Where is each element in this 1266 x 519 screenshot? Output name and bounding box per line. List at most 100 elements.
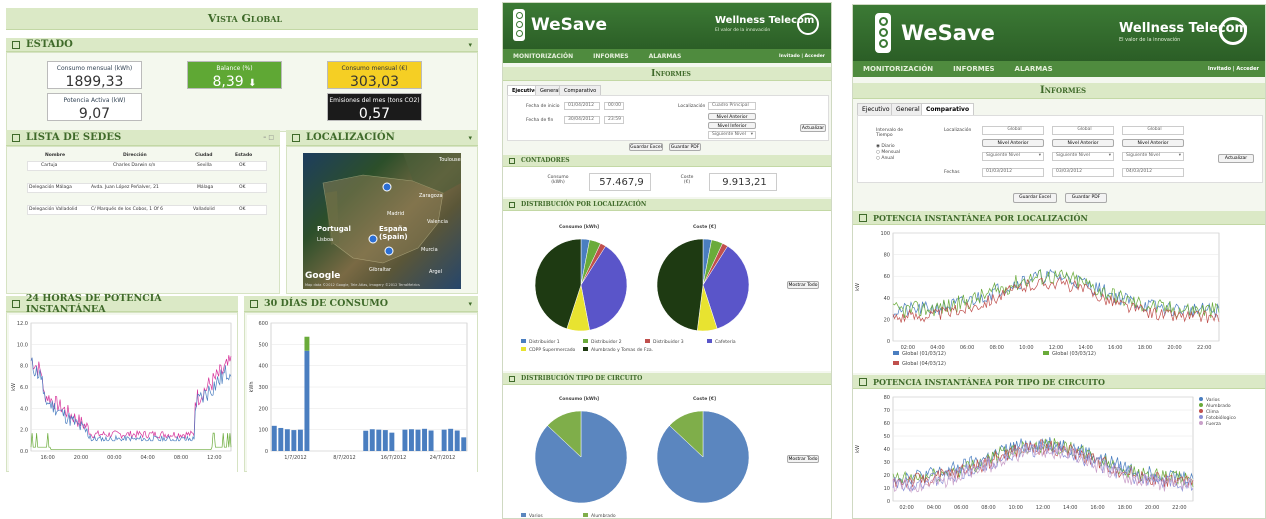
rc2-legend-label: Clima — [1206, 409, 1219, 415]
localizacion-field-3[interactable]: Global — [1122, 126, 1184, 135]
fecha-field-2[interactable]: 03/03/2012 — [1052, 168, 1114, 177]
nivel-inferior-button[interactable]: Nivel Inferior — [708, 122, 756, 129]
p24-x-tick: 16:00 — [40, 455, 54, 461]
collapse-icon[interactable]: ▾ — [468, 299, 472, 308]
rc2-x-tick: 08:00 — [981, 505, 995, 511]
map[interactable]: Portugal Lisboa España (Spain) Madrid Za… — [303, 153, 461, 289]
map-pin-icon[interactable] — [368, 234, 378, 244]
c30-bar — [291, 430, 297, 451]
radio-diario[interactable]: ◉ Diario — [876, 144, 895, 149]
nivel-anterior-button[interactable]: Nivel Anterior — [982, 139, 1044, 147]
hora-inicio-field[interactable]: 00:00 — [604, 102, 624, 110]
siguiente-nivel-select[interactable]: Siguiente Nivel ▾ — [1052, 152, 1114, 161]
nivel-anterior-button[interactable]: Nivel Anterior — [708, 113, 756, 120]
guardar-pdf-button[interactable]: Guardar PDF — [1065, 193, 1107, 203]
legend-label: CDPP Supermercado — [529, 348, 576, 353]
siguiente-nivel-select[interactable]: Siguiente Nivel ▾ — [982, 152, 1044, 161]
nav-informes[interactable]: INFORMES — [953, 65, 994, 73]
mostrar-todo-button[interactable]: Mostrar Todo — [787, 281, 819, 289]
nav-informes[interactable]: INFORMES — [593, 53, 628, 60]
navbar: MONITORIZACIÓN INFORMES ALARMAS Invitado… — [853, 61, 1265, 77]
chart1-header[interactable]: POTENCIA INSTANTÁNEA POR LOCALIZACIÓN — [853, 211, 1265, 225]
nav-alarmas[interactable]: ALARMAS — [1015, 65, 1053, 73]
right-page-title: Informes — [853, 83, 1265, 99]
panel-icon — [509, 157, 515, 164]
c30-y-label: kWh — [249, 381, 255, 392]
collapse-icon[interactable]: ▾ — [468, 133, 472, 142]
dist-loc-header[interactable]: DISTRIBUCIÓN POR LOCALIZACIÓN — [503, 199, 831, 211]
rc1-x-tick: 08:00 — [990, 345, 1004, 351]
hora-fin-field[interactable]: 23:59 — [604, 116, 624, 124]
collapse-icon[interactable]: ▾ — [468, 40, 472, 49]
legend-label: Distribuidor 2 — [591, 340, 622, 345]
rc2-y-tick: 20 — [884, 473, 890, 479]
nivel-anterior-button[interactable]: Nivel Anterior — [1122, 139, 1184, 147]
nivel-anterior-button[interactable]: Nivel Anterior — [1052, 139, 1114, 147]
guardar-excel-button[interactable]: Guardar Excel — [629, 143, 663, 151]
window-controls-icon[interactable]: – □ — [263, 134, 274, 141]
consumo-counter: 57.467,9 — [589, 173, 651, 191]
siguiente-nivel-select[interactable]: Siguiente Nivel ▾ — [1122, 152, 1184, 161]
c30-bar — [389, 432, 395, 451]
rc2-y-tick: 70 — [884, 408, 890, 414]
legend-item: Distribuidor 3 — [645, 339, 684, 345]
actualizar-button[interactable]: Actualizar — [800, 124, 826, 132]
dist-circ-header[interactable]: DISTRIBUCIÓN TIPO DE CIRCUITO — [503, 373, 831, 385]
legend-item: Alumbrado y Tomas de Fza. — [583, 347, 653, 353]
col-header: Dirección — [123, 153, 147, 158]
localizacion-field[interactable]: Cuadro Principal — [708, 102, 756, 110]
c30-bar — [448, 428, 454, 451]
nav-monitorizacion[interactable]: MONITORIZACIÓN — [863, 65, 933, 73]
legend-label: Alumbrado — [591, 514, 616, 519]
chart2-header[interactable]: POTENCIA INSTANTÁNEA POR TIPO DE CIRCUIT… — [853, 375, 1265, 389]
sedes-header[interactable]: LISTA DE SEDES – □ — [6, 130, 280, 146]
panel-icon — [12, 133, 20, 142]
user-link[interactable]: Invitado | Acceder — [1208, 66, 1259, 72]
radio-anual[interactable]: ○ Anual — [876, 156, 894, 161]
c30-bar — [304, 350, 310, 451]
potencia-circuito-chart: 80 70 60 50 40 30 20 10 0 02:00 04:00 06:00 08:00 10:… — [853, 389, 1265, 518]
actualizar-button[interactable]: Actualizar — [1218, 154, 1254, 163]
fecha-inicio-field[interactable]: 01/04/2012 — [564, 102, 600, 110]
localizacion-field-2[interactable]: Global — [1052, 126, 1114, 135]
radio-mensual[interactable]: ○ Mensual — [876, 150, 900, 155]
rc1-legend-swatch — [893, 351, 899, 355]
nav-monitorizacion[interactable]: MONITORIZACIÓN — [513, 53, 573, 60]
localizacion-header[interactable]: LOCALIZACIÓN ▾ — [286, 130, 478, 146]
map-panel: Portugal Lisboa España (Spain) Madrid Za… — [286, 146, 478, 294]
map-pin-icon[interactable] — [384, 246, 394, 256]
potencia24-header[interactable]: 24 HORAS DE POTENCIA INSTANTÁNEA — [6, 293, 238, 315]
brand-name: WeSave — [531, 15, 608, 35]
estado-header[interactable]: ESTADO ▾ — [6, 38, 478, 52]
traffic-light-icon — [875, 13, 891, 53]
dist-loc-legend: Distribuidor 1 Distribuidor 2 Distribuidor… — [521, 339, 771, 363]
legend-item: Varios — [521, 513, 543, 519]
mostrar-todo-button[interactable]: Mostrar Todo — [787, 455, 819, 463]
rc2-x-tick: 04:00 — [927, 505, 941, 511]
localizacion-field-1[interactable]: Global — [982, 126, 1044, 135]
fecha-field-1[interactable]: 01/03/2012 — [982, 168, 1044, 177]
legend-swatch — [521, 347, 526, 351]
contadores-header[interactable]: CONTADORES — [503, 155, 831, 167]
fecha-fin-field[interactable]: 30/04/2012 — [564, 116, 600, 124]
guardar-excel-button[interactable]: Guardar Excel — [1013, 193, 1057, 203]
map-label: Portugal — [317, 225, 351, 233]
consumo30-header[interactable]: 30 DÍAS DE CONSUMO ▾ — [244, 296, 478, 312]
dist-circ-panel: Consumo [kWh] Coste [€] Mostrar Todo Var… — [503, 385, 831, 519]
rc1-legend-label: Global (01/03/12) — [902, 351, 946, 357]
brand-header: WeSave Wellness Telecom El valor de la i… — [853, 5, 1265, 61]
c30-bar — [441, 429, 447, 451]
fecha-field-3[interactable]: 04/03/2012 — [1122, 168, 1184, 177]
user-link[interactable]: Invitado | Acceder — [779, 54, 825, 59]
guardar-pdf-button[interactable]: Guardar PDF — [669, 143, 701, 151]
nav-alarmas[interactable]: ALARMAS — [649, 53, 682, 60]
estado-panel: Consumo mensual (kWh) 1899,33 Potencia Ac… — [6, 52, 478, 132]
legend-label: Varios — [529, 514, 543, 519]
rc2-legend-label: Fuerza — [1206, 421, 1221, 427]
legend-swatch — [645, 339, 650, 343]
panel-icon — [859, 377, 867, 386]
map-pin-icon[interactable] — [382, 182, 392, 192]
siguiente-nivel-select[interactable]: Siguiente Nivel ▾ — [708, 131, 756, 139]
legend-swatch — [583, 347, 588, 351]
kpi-consumo-kwh: Consumo mensual (kWh) 1899,33 — [47, 61, 142, 90]
